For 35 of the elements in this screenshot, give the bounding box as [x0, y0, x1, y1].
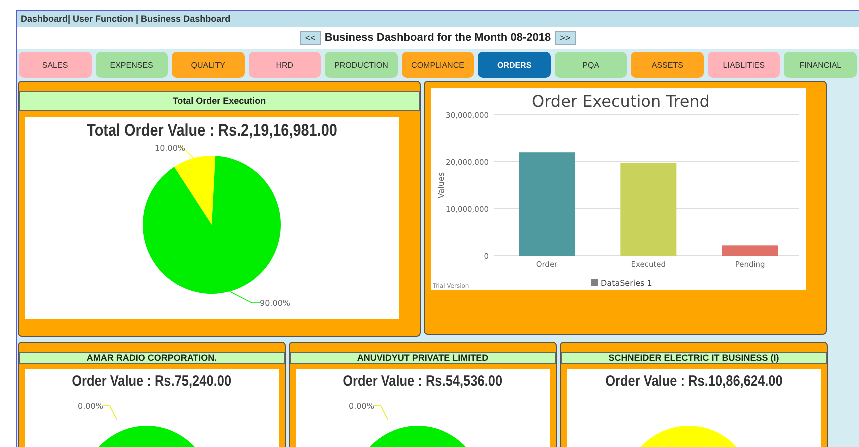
- tab[interactable]: EXPENSES: [96, 52, 168, 78]
- tab[interactable]: FINANCIAL: [784, 52, 858, 78]
- panel-header: AMAR RADIO CORPORATION.: [19, 352, 285, 364]
- tab[interactable]: HRD: [248, 52, 322, 78]
- tab[interactable]: PQA: [554, 52, 628, 78]
- order-value-title: Order Value : Rs.10,86,624.00: [605, 373, 783, 390]
- tab[interactable]: ORDERS: [478, 52, 551, 78]
- leader-line: [102, 406, 118, 420]
- bar: [722, 246, 778, 256]
- dashboard-title: Business Dashboard for the Month 08-2018: [324, 32, 552, 44]
- axis-title: Values: [437, 172, 446, 199]
- slice-label: 10.00%: [155, 144, 186, 153]
- order-value-title: Order Value : Rs.54,536.00: [343, 373, 503, 390]
- panel-header: Total Order Execution: [19, 91, 420, 111]
- tab[interactable]: PRODUCTION: [325, 52, 398, 78]
- tab[interactable]: ASSETS: [631, 52, 704, 78]
- leader-line: [229, 291, 260, 304]
- tab[interactable]: QUALITY: [172, 52, 245, 78]
- previous-month-button[interactable]: <<: [300, 31, 321, 45]
- legend-swatch: [591, 279, 598, 286]
- order-value-title: Order Value : Rs.75,240.00: [72, 373, 232, 390]
- tab[interactable]: LIABLITIES: [708, 52, 780, 78]
- legend-label: DataSeries 1: [601, 279, 652, 288]
- panel-header: SCHNEIDER ELECTRIC IT BUSINESS (I): [561, 352, 827, 364]
- tab[interactable]: SALES: [19, 52, 92, 78]
- panel-header: ANUVIDYUT PRIVATE LIMITED: [290, 352, 556, 364]
- next-month-button[interactable]: >>: [555, 31, 576, 45]
- tab[interactable]: COMPLIANCE: [402, 52, 474, 78]
- chart-title: Order Execution Trend: [532, 92, 710, 111]
- slice-label: 90.00%: [260, 299, 291, 308]
- breadcrumb: Dashboard| User Function | Business Dashboard: [17, 11, 859, 27]
- leader-line: [372, 406, 388, 420]
- slice-label: 0.00%: [349, 402, 374, 411]
- total-value-title: Total Order Value : Rs.2,19,16,981.00: [86, 121, 338, 141]
- slice-label: 0.00%: [78, 402, 104, 411]
